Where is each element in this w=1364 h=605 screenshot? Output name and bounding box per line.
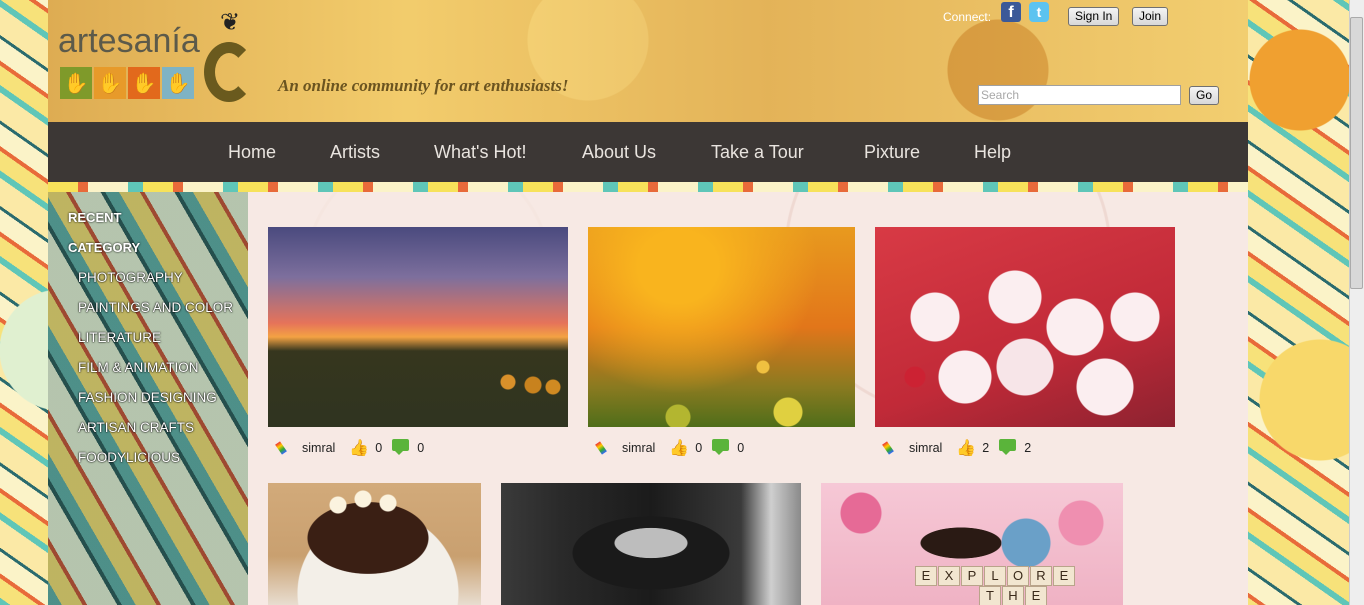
artist-link[interactable]: simral bbox=[302, 441, 335, 455]
sidebar-item-photography[interactable]: PHOTOGRAPHY bbox=[78, 270, 183, 285]
tile: H bbox=[1002, 586, 1024, 605]
sidebar-category[interactable]: CATEGORY bbox=[68, 240, 140, 255]
thumbs-up-icon[interactable]: 👍 bbox=[349, 438, 369, 458]
nav-about-us[interactable]: About Us bbox=[582, 142, 656, 163]
sidebar-recent[interactable]: RECENT bbox=[68, 210, 121, 225]
comment-count: 0 bbox=[737, 441, 745, 455]
like-count: 0 bbox=[695, 441, 703, 455]
artist-link[interactable]: simral bbox=[909, 441, 942, 455]
card-meta: simral 👍 0 0 bbox=[596, 438, 744, 458]
tile: T bbox=[979, 586, 1001, 605]
comment-icon[interactable] bbox=[712, 439, 730, 455]
site-header: artesanía ❦ ✋ ✋ ✋ ✋ An online community … bbox=[48, 0, 1248, 122]
gallery-padding bbox=[1200, 192, 1248, 605]
artist-link[interactable]: simral bbox=[622, 441, 655, 455]
logo-mark bbox=[204, 42, 254, 102]
nav-whats-hot[interactable]: What's Hot! bbox=[434, 142, 526, 163]
hand-icon: ✋ bbox=[128, 67, 160, 99]
scrollbar[interactable] bbox=[1349, 0, 1364, 605]
tile: E bbox=[915, 566, 937, 586]
scrabble-tiles: T H E bbox=[979, 586, 1047, 605]
tagline: An online community for art enthusiasts! bbox=[278, 76, 569, 95]
hand-icon: ✋ bbox=[162, 67, 194, 99]
brush-icon bbox=[596, 440, 614, 456]
hand-icon: ✋ bbox=[60, 67, 92, 99]
sidebar-item-crafts[interactable]: ARTISAN CRAFTS bbox=[78, 420, 194, 435]
tile: E bbox=[1025, 586, 1047, 605]
sign-in-button[interactable]: Sign In bbox=[1068, 7, 1120, 26]
scrollbar-thumb[interactable] bbox=[1350, 17, 1363, 289]
brush-icon bbox=[883, 440, 901, 456]
artwork-thumbnail[interactable]: E X P L O R E T H E bbox=[821, 483, 1123, 605]
sidebar: RECENT CATEGORY PHOTOGRAPHY PAINTINGS AN… bbox=[48, 192, 248, 605]
twitter-icon[interactable]: t bbox=[1029, 2, 1049, 22]
sidebar-item-fashion[interactable]: FASHION DESIGNING bbox=[78, 390, 217, 405]
artwork-thumbnail[interactable] bbox=[268, 483, 481, 605]
like-count: 0 bbox=[375, 441, 383, 455]
artwork-thumbnail[interactable] bbox=[875, 227, 1175, 427]
connect-label: Connect: bbox=[943, 10, 992, 24]
hand-icon: ✋ bbox=[94, 67, 126, 99]
scrabble-tiles: E X P L O R E bbox=[915, 566, 1075, 586]
artwork-thumbnail[interactable] bbox=[588, 227, 855, 427]
tile: X bbox=[938, 566, 960, 586]
sidebar-item-paintings[interactable]: PAINTINGS AND COLOR bbox=[78, 300, 233, 315]
decorative-strip bbox=[48, 182, 1248, 192]
card-meta: simral 👍 2 2 bbox=[883, 438, 1031, 458]
like-count: 2 bbox=[982, 441, 990, 455]
search-input[interactable] bbox=[978, 85, 1181, 105]
tile: L bbox=[984, 566, 1006, 586]
site-logo[interactable]: artesanía bbox=[58, 22, 200, 61]
nav-take-a-tour[interactable]: Take a Tour bbox=[711, 142, 804, 163]
thumbs-up-icon[interactable]: 👍 bbox=[669, 438, 689, 458]
nav-home[interactable]: Home bbox=[228, 142, 276, 163]
artwork-thumbnail[interactable] bbox=[268, 227, 568, 427]
thumbs-up-icon[interactable]: 👍 bbox=[956, 438, 976, 458]
sidebar-item-literature[interactable]: LITERATURE bbox=[78, 330, 161, 345]
nav-pixture[interactable]: Pixture bbox=[864, 142, 920, 163]
brush-icon bbox=[276, 440, 294, 456]
butterfly-icon: ❦ bbox=[220, 9, 241, 36]
comment-icon[interactable] bbox=[392, 439, 410, 455]
tile: R bbox=[1030, 566, 1052, 586]
search-go-button[interactable]: Go bbox=[1189, 86, 1220, 105]
comment-icon[interactable] bbox=[999, 439, 1017, 455]
comment-count: 0 bbox=[417, 441, 425, 455]
join-button[interactable]: Join bbox=[1132, 7, 1169, 26]
main-nav: Home Artists What's Hot! About Us Take a… bbox=[48, 122, 1248, 182]
logo-hands: ✋ ✋ ✋ ✋ bbox=[60, 67, 196, 99]
sidebar-item-film[interactable]: FILM & ANIMATION bbox=[78, 360, 199, 375]
sidebar-item-foodylicious[interactable]: FOODYLICIOUS bbox=[78, 450, 180, 465]
tile: P bbox=[961, 566, 983, 586]
nav-help[interactable]: Help bbox=[974, 142, 1011, 163]
tile: E bbox=[1053, 566, 1075, 586]
tile: O bbox=[1007, 566, 1029, 586]
artwork-thumbnail[interactable] bbox=[501, 483, 801, 605]
facebook-icon[interactable]: f bbox=[1001, 2, 1021, 22]
nav-artists[interactable]: Artists bbox=[330, 142, 380, 163]
comment-count: 2 bbox=[1024, 441, 1032, 455]
card-meta: simral 👍 0 0 bbox=[276, 438, 424, 458]
